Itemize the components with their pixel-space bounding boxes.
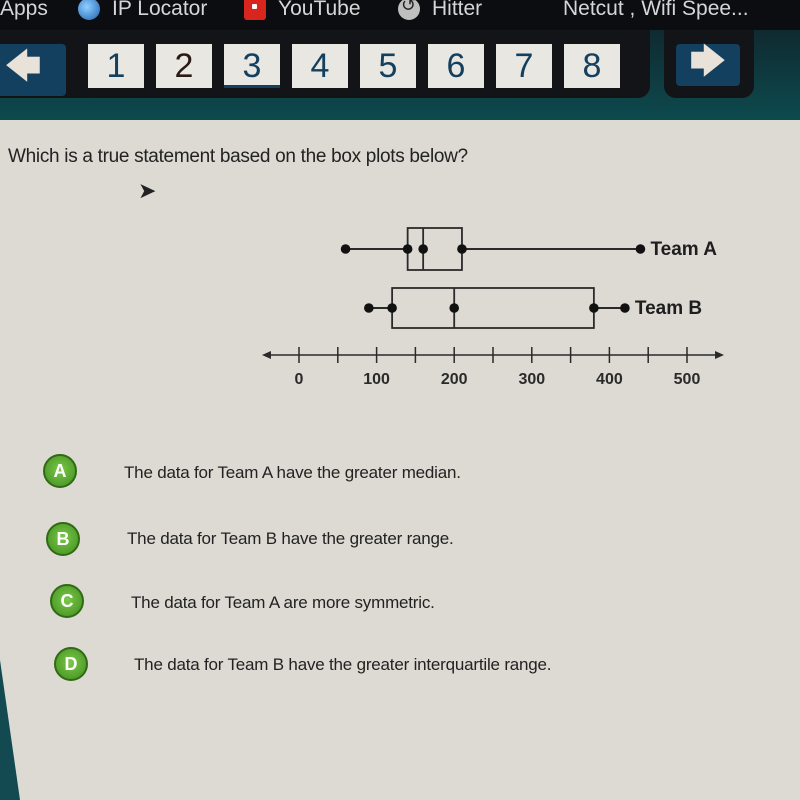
arrow-left-icon: 🡄 [4,44,42,86]
point-median [418,244,428,254]
page-number: 4 [310,46,330,85]
option-c-badge[interactable]: C [50,584,84,618]
page-button-3[interactable]: 3 [224,44,280,88]
option-a-badge[interactable]: A [43,454,77,488]
point-min [340,244,351,254]
bookmark-ip-locator[interactable]: IP Locator [78,0,207,21]
tick-label: 200 [441,371,468,388]
bookmark-apps-label: Apps [0,0,48,20]
series-label: Team B [635,298,702,319]
point-max [635,244,646,254]
page-number: 1 [106,46,126,85]
page-button-1[interactable]: 1 [88,44,144,88]
option-b-badge[interactable]: B [46,522,80,556]
page-button-4[interactable]: 4 [292,44,348,88]
page-number: 8 [582,46,602,85]
option-c-text[interactable]: The data for Team A are more symmetric. [131,593,435,613]
tick-label: 400 [596,371,623,388]
point-q3 [589,303,599,313]
option-d-badge[interactable]: D [54,647,88,681]
page-number: 2 [174,46,194,85]
globe-icon [78,0,100,20]
bookmark-netcut[interactable]: Netcut , Wifi Spee... [563,0,749,21]
box-plots: Team A Team B [340,227,717,329]
bookmark-youtube-label: YouTube [278,0,361,20]
point-median [449,303,459,313]
page-button-7[interactable]: 7 [496,44,552,88]
bookmark-hitter-label: Hitter [432,0,483,20]
bookmark-netcut-label: Netcut , Wifi Spee... [563,0,749,20]
next-question-button[interactable]: 🡆 [676,40,740,86]
axis-arrow-right-icon [715,351,725,359]
point-max [620,303,630,313]
page-number: 6 [446,46,466,85]
number-line: 0 100 200 300 400 500 [261,347,725,388]
option-letter: C [60,590,74,611]
bookmark-youtube[interactable]: YouTube [244,0,361,21]
bookmark-ip-locator-label: IP Locator [112,0,208,20]
option-c[interactable]: C [50,584,84,618]
tick-label: 300 [518,371,545,388]
bookmarks-bar: Apps IP Locator YouTube Hitter Netcut , … [0,0,800,30]
point-min [364,303,374,313]
option-a[interactable]: A [43,454,77,488]
hitter-icon [398,0,420,20]
tick-label: 100 [363,371,390,388]
page-button-6[interactable]: 6 [428,44,484,88]
option-d-text[interactable]: The data for Team B have the greater int… [134,655,552,675]
page-button-8[interactable]: 8 [564,44,620,88]
box-plot-chart: 0 100 200 300 400 500 Team A Team B [261,227,725,388]
prev-question-button[interactable]: 🡄 [0,44,66,96]
point-q3 [457,244,467,254]
point-q1 [387,303,397,313]
screen-edge [0,660,20,800]
page-number: 5 [378,46,398,85]
series-label: Team A [650,239,717,260]
point-q1 [402,244,413,254]
option-letter: A [53,460,67,481]
box-plot-team-a: Team A [340,227,717,271]
option-a-text[interactable]: The data for Team A have the greater med… [124,463,461,483]
option-letter: D [64,653,78,674]
page-number: 7 [514,46,534,85]
question-text: Which is a true statement based on the b… [8,146,468,167]
mouse-cursor-icon: ➤ [138,178,157,203]
page-number: 3 [242,46,262,85]
bookmark-apps[interactable]: Apps [0,0,48,21]
box-plot-team-b: Team B [364,287,702,329]
box-iqr [406,227,463,271]
question-panel: Which is a true statement based on the b… [0,120,800,800]
option-letter: B [56,528,70,549]
box-iqr [391,287,595,329]
option-b[interactable]: B [46,522,80,556]
option-b-text[interactable]: The data for Team B have the greater ran… [127,529,454,549]
option-d[interactable]: D [54,647,88,681]
tick-label: 0 [295,371,304,388]
axis-arrow-left-icon [261,351,271,359]
page-button-2[interactable]: 2 [156,44,212,88]
page-button-5[interactable]: 5 [360,44,416,88]
bookmark-hitter[interactable]: Hitter [398,0,482,21]
youtube-icon [244,0,266,20]
tick-label: 500 [674,371,701,388]
arrow-right-icon: 🡆 [689,39,727,81]
